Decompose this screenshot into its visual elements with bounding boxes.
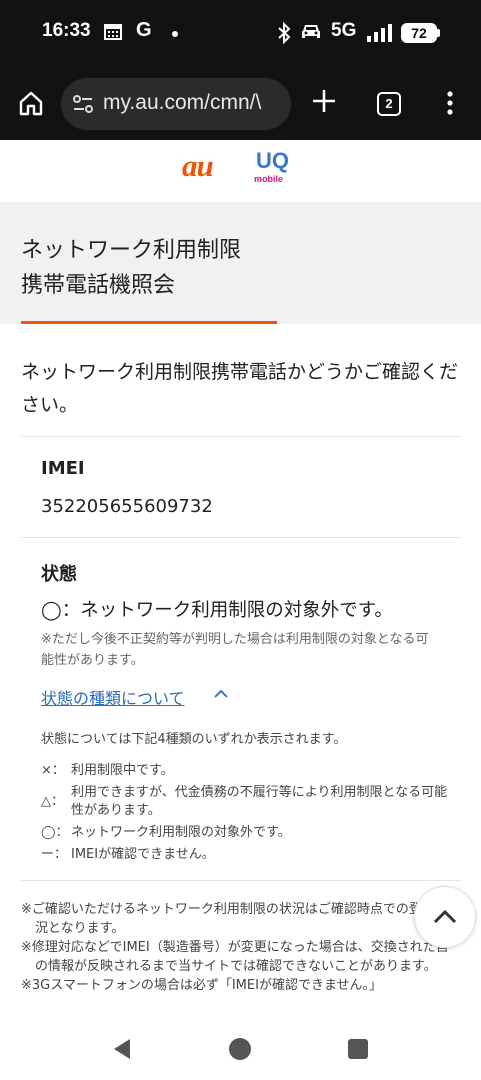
chevron-up-icon[interactable] — [212, 685, 230, 703]
legend-text: 利用制限中です。 — [71, 763, 174, 778]
legend-item: ◯： ネットワーク利用制限の対象外です。 — [41, 824, 451, 846]
status-note: ※ただし今後不正契約等が判明した場合は利用制限の対象となる可能性があります。 — [41, 632, 429, 668]
home-nav-icon[interactable] — [229, 1038, 251, 1060]
network-type: 5G — [331, 20, 357, 41]
recents-icon[interactable] — [348, 1039, 368, 1059]
legend-symbol: ×： — [41, 763, 65, 778]
legend-intro: 状態については下記4種類のいずれか表示されます。 — [41, 732, 347, 747]
uq-mobile-text: mobile — [254, 174, 284, 184]
notification-dot — [172, 31, 178, 37]
footnote: ※3Gスマートフォンの場合は必ず「IMEIが確認できません。」 — [21, 978, 383, 993]
divider — [21, 436, 461, 437]
divider — [21, 537, 461, 538]
status-label: 状態 — [41, 564, 77, 585]
page-title-band: ネットワーク利用制限 携帯電話機照会 — [0, 202, 481, 324]
battery-icon: 72 — [401, 23, 437, 43]
footnotes: ※ご確認いただけるネットワーク利用制限の状況はご確認時点での登録状況となります。… — [21, 900, 451, 995]
title-accent-underline — [21, 321, 277, 324]
au-logo: au — [182, 148, 214, 183]
page-title-line2: 携帯電話機照会 — [21, 273, 176, 298]
menu-icon[interactable] — [442, 90, 458, 116]
url-text[interactable]: my.au.com/cmn/\ — [103, 91, 261, 115]
chevron-up-icon — [433, 909, 457, 924]
system-nav-bar — [0, 1020, 481, 1080]
legend-item: △： 利用できますが、代金債務の不履行等により利用制限となる可能性があります。 — [41, 784, 451, 824]
back-icon[interactable] — [112, 1038, 132, 1060]
tabs-icon[interactable]: 2 — [377, 92, 401, 116]
bluetooth-icon — [278, 22, 291, 44]
intro-text: ネットワーク利用制限携帯電話かどうかご確認ください。 — [21, 361, 459, 416]
footnote: ※修理対応などでIMEI（製造番号）が変更になった場合は、交換された旨の情報が反… — [21, 940, 449, 974]
plus-icon[interactable] — [311, 88, 337, 114]
car-icon — [302, 25, 320, 38]
footnote: ※ご確認いただけるネットワーク利用制限の状況はご確認時点での登録状況となります。 — [21, 902, 448, 936]
address-bar[interactable]: my.au.com/cmn/\ — [61, 78, 291, 130]
site-settings-icon[interactable] — [73, 94, 93, 114]
signal-icon — [367, 24, 392, 42]
legend-symbol: ◯： — [41, 825, 69, 840]
legend-symbol: ー： — [41, 847, 68, 862]
battery-tip — [437, 29, 440, 37]
status-legend-list: ×： 利用制限中です。 △： 利用できますが、代金債務の不履行等により利用制限と… — [41, 762, 451, 868]
legend-symbol: △： — [41, 794, 64, 809]
legend-text: 利用できますが、代金債務の不履行等により利用制限となる可能性があります。 — [71, 785, 448, 818]
google-notification-icon: G — [136, 19, 152, 41]
home-icon[interactable] — [18, 90, 44, 116]
calendar-icon — [104, 24, 122, 40]
imei-value: 352205655609732 — [41, 496, 213, 517]
browser-toolbar: my.au.com/cmn/\ 2 — [0, 68, 481, 140]
legend-text: IMEIが確認できません。 — [71, 847, 215, 862]
imei-label: IMEI — [41, 458, 85, 479]
scroll-to-top-button[interactable] — [414, 886, 476, 948]
clock: 16:33 — [42, 20, 91, 41]
legend-item: ×： 利用制限中です。 — [41, 762, 451, 784]
status-bar: 16:33 G 5G 72 — [0, 0, 481, 68]
status-value: ◯：ネットワーク利用制限の対象外です。 — [41, 600, 393, 621]
uq-logo: UQ — [256, 148, 289, 173]
status-types-toggle-link[interactable]: 状態の種類について — [41, 685, 185, 709]
legend-text: ネットワーク利用制限の対象外です。 — [71, 825, 291, 840]
legend-item: ー： IMEIが確認できません。 — [41, 846, 451, 868]
brand-header: au UQ mobile — [0, 140, 481, 202]
divider — [21, 880, 461, 881]
page-title-line1: ネットワーク利用制限 — [21, 238, 242, 263]
